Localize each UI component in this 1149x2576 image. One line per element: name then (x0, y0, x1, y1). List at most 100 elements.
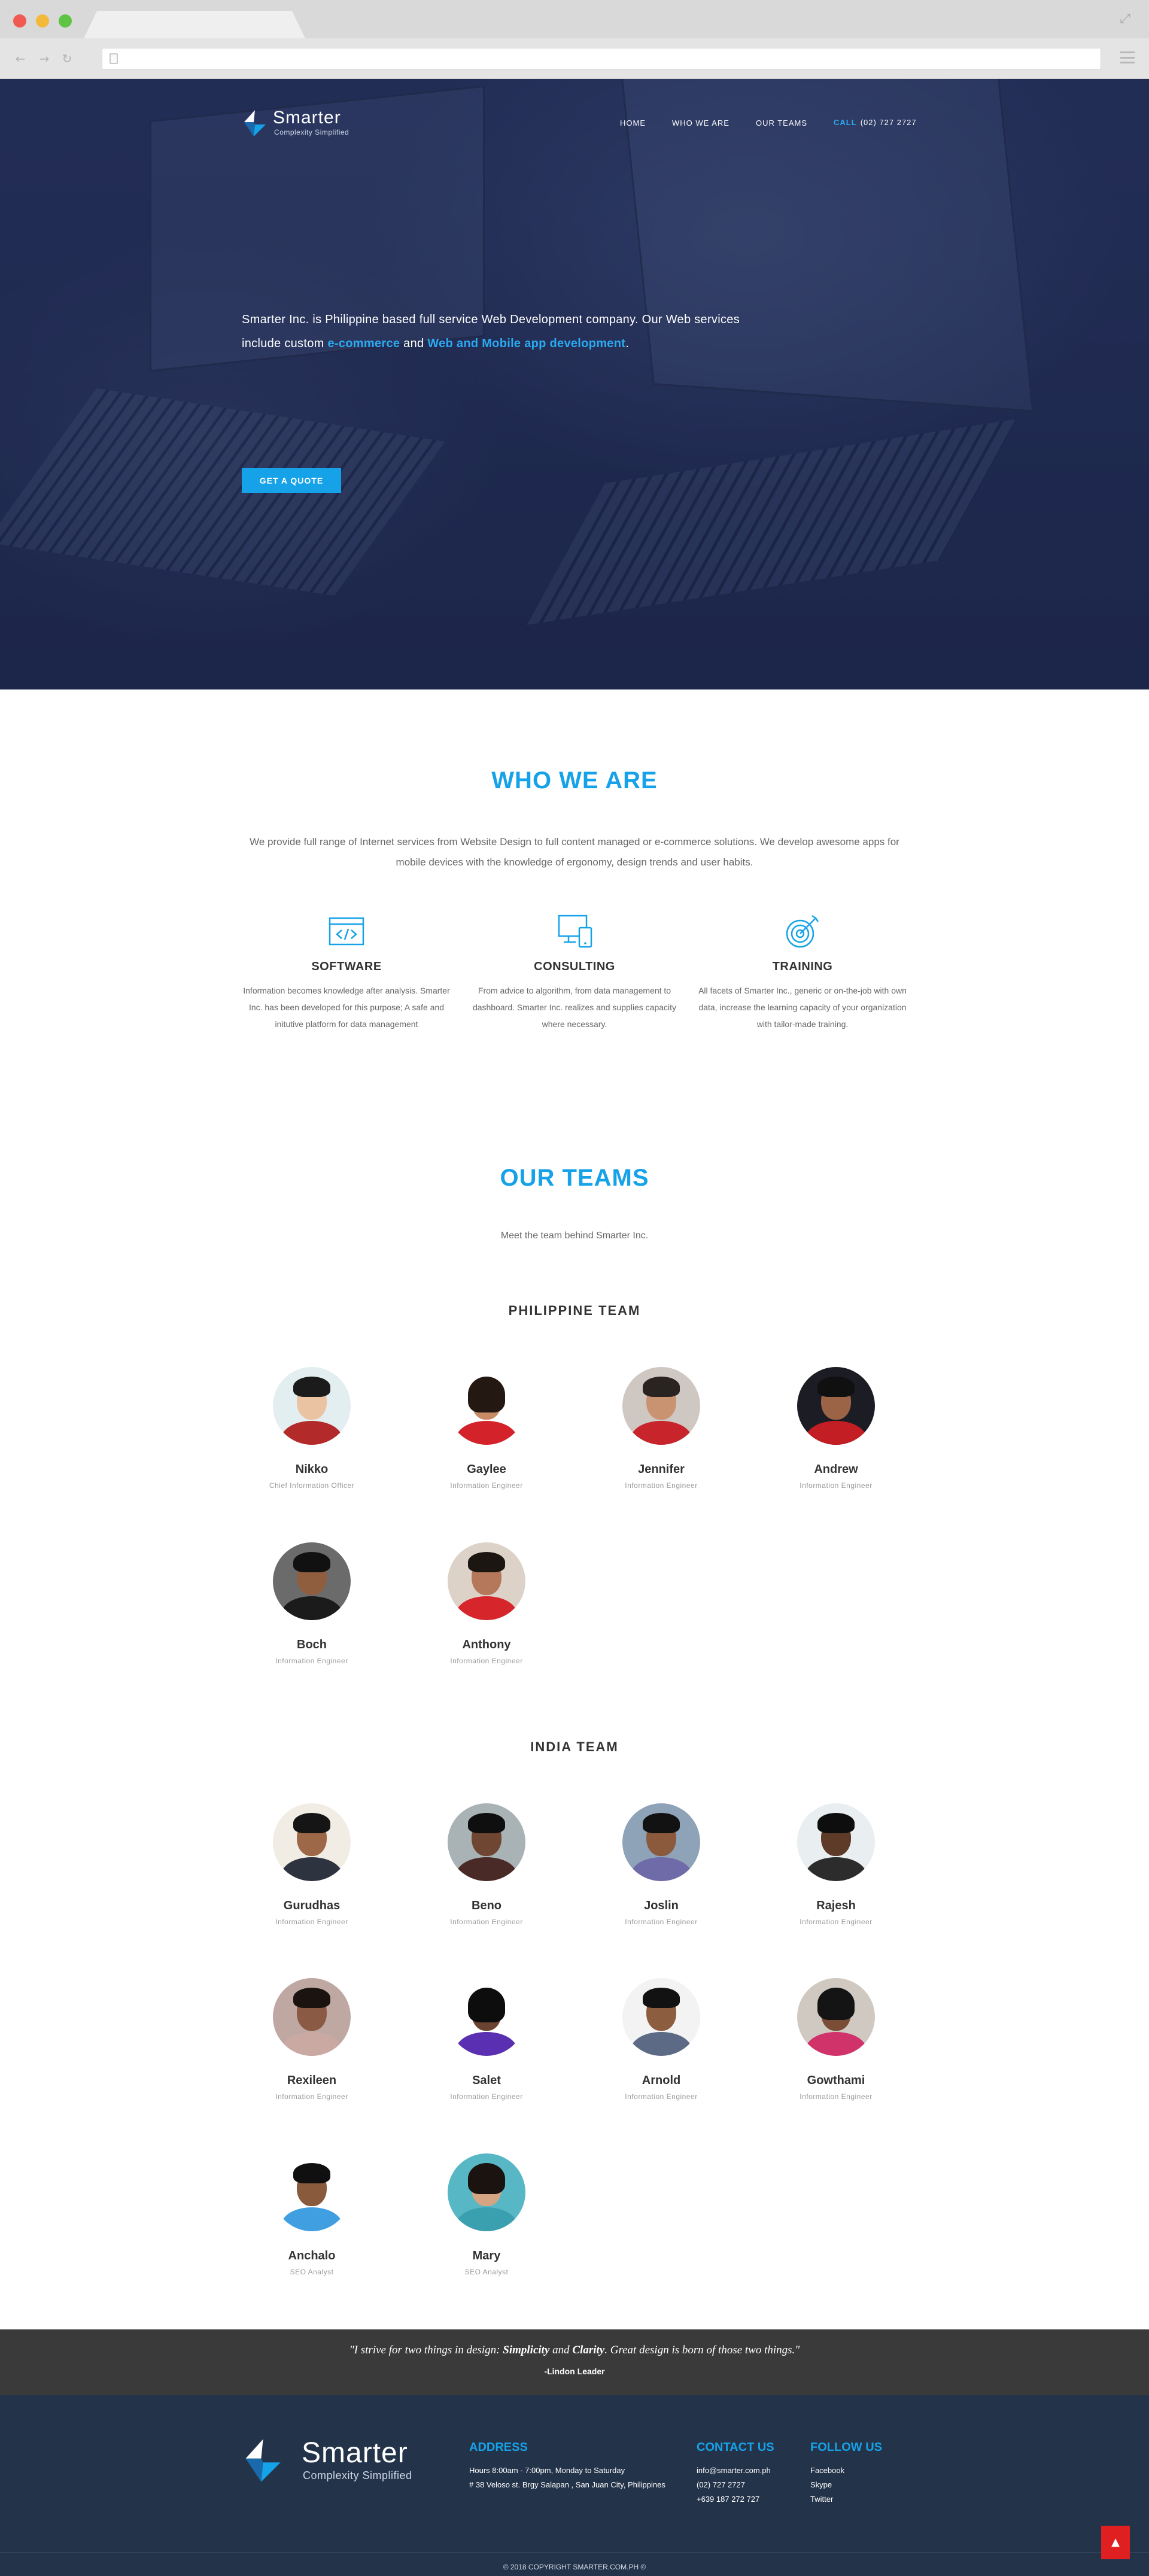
member-role: Information Engineer (450, 2092, 523, 2101)
target-icon (786, 915, 819, 948)
hero-text-and: and (400, 337, 428, 350)
member-role: Information Engineer (625, 1481, 698, 1490)
quote-emphasis-clarity: Clarity (572, 2344, 605, 2356)
service-title: TRAINING (772, 960, 833, 973)
avatar (273, 1803, 351, 1881)
team-member: Gaylee Information Engineer (409, 1367, 564, 1490)
hero-overlay (0, 79, 1149, 689)
member-name: Salet (472, 2074, 501, 2087)
footer-logo[interactable]: Smarter Complexity Simplified (242, 2437, 457, 2485)
hero-text-end: . (625, 337, 630, 350)
hero-section (0, 79, 1149, 689)
team-member: Boch Information Engineer (234, 1542, 390, 1665)
footer-address: ADDRESS Hours 8:00am - 7:00pm, Monday to… (469, 2441, 665, 2489)
service-title: CONSULTING (534, 960, 615, 973)
member-name: Andrew (814, 1463, 858, 1476)
expand-icon[interactable]: ⤢ (1118, 12, 1132, 26)
member-name: Anchalo (288, 2249, 336, 2262)
footer-twitter-link[interactable]: Twitter (810, 2495, 882, 2504)
service-training: TRAINING All facets of Smarter Inc., gen… (695, 912, 910, 1032)
browser-chrome: ⤢ ← → ↻ (0, 0, 1149, 79)
site-footer: Smarter Complexity Simplified ADDRESS Ho… (0, 2395, 1149, 2576)
avatar (448, 1803, 525, 1881)
member-role: Information Engineer (800, 1481, 873, 1490)
menu-icon[interactable] (1120, 51, 1135, 63)
minimize-window-button[interactable] (36, 14, 49, 28)
code-window-icon (329, 917, 364, 946)
logo-tagline: Complexity Simplified (274, 128, 349, 136)
forward-arrow-icon[interactable]: → (37, 51, 51, 66)
footer-address-line: # 38 Veloso st. Brgy Salapan , San Juan … (469, 2480, 665, 2489)
design-quote: "I strive for two things in design: Simp… (349, 2344, 800, 2356)
copyright-text: © 2018 COPYRIGHT SMARTER.COM.PH © (503, 2563, 646, 2571)
member-role: Information Engineer (800, 2092, 873, 2101)
team-member: Salet Information Engineer (409, 1978, 564, 2101)
team-member: Andrew Information Engineer (758, 1367, 914, 1490)
footer-logo-wordmark: Smarter (302, 2437, 408, 2469)
team-member: Rexileen Information Engineer (234, 1978, 390, 2101)
footer-phone: (02) 727 2727 (697, 2480, 745, 2489)
member-role: Information Engineer (275, 1918, 348, 1926)
member-role: Information Engineer (800, 1918, 873, 1926)
team-member: Arnold Information Engineer (583, 1978, 739, 2101)
get-a-quote-button[interactable]: GET A QUOTE (242, 468, 341, 493)
footer-divider (0, 2552, 1149, 2553)
member-role: Information Engineer (625, 1918, 698, 1926)
hero-tagline: Smarter Inc. is Philippine based full se… (242, 308, 750, 356)
maximize-window-button[interactable] (59, 14, 72, 28)
footer-logo-tagline: Complexity Simplified (303, 2469, 412, 2481)
logo-mark-icon (244, 110, 266, 136)
brand-logo[interactable]: Smarter Complexity Simplified (242, 108, 373, 141)
browser-tab[interactable] (84, 11, 305, 38)
logo-mark-icon (245, 2439, 281, 2482)
avatar (273, 1978, 351, 2056)
reload-icon[interactable]: ↻ (60, 51, 74, 66)
member-name: Jennifer (638, 1463, 685, 1476)
nav-who-we-are[interactable]: WHO WE ARE (672, 119, 729, 127)
service-title: SOFTWARE (311, 960, 382, 973)
team-member: Mary SEO Analyst (409, 2153, 564, 2276)
footer-email-link[interactable]: info@smarter.com.ph (697, 2466, 774, 2475)
member-role: Information Engineer (275, 1657, 348, 1665)
team-member: Nikko Chief Information Officer (234, 1367, 390, 1490)
member-name: Gaylee (467, 1463, 506, 1476)
who-we-are-title: WHO WE ARE (491, 767, 658, 794)
hero-highlight-ecommerce: e-commerce (327, 337, 400, 350)
footer-address-title: ADDRESS (469, 2441, 528, 2454)
member-role: SEO Analyst (290, 2268, 334, 2276)
service-description: All facets of Smarter Inc., generic or o… (698, 986, 907, 1029)
quote-emphasis-simplicity: Simplicity (503, 2344, 550, 2356)
member-name: Mary (472, 2249, 501, 2262)
team-member: Joslin Information Engineer (583, 1803, 739, 1926)
nav-call[interactable]: CALL (02) 727 2727 (834, 117, 917, 128)
member-role: Information Engineer (450, 1481, 523, 1490)
philippine-team-title: PHILIPPINE TEAM (508, 1303, 641, 1318)
member-name: Boch (297, 1638, 327, 1651)
avatar (448, 1367, 525, 1445)
member-name: Arnold (642, 2074, 681, 2087)
devices-icon (558, 915, 592, 948)
team-member: Rajesh Information Engineer (758, 1803, 914, 1926)
footer-skype-link[interactable]: Skype (810, 2481, 882, 2489)
member-name: Beno (472, 1899, 501, 1912)
back-to-top-button[interactable]: ▲ (1101, 2526, 1130, 2559)
address-bar[interactable] (102, 48, 1101, 69)
back-arrow-icon[interactable]: ← (13, 51, 28, 66)
team-member: Beno Information Engineer (409, 1803, 564, 1926)
footer-facebook-link[interactable]: Facebook (810, 2466, 882, 2475)
avatar (448, 2153, 525, 2231)
nav-home[interactable]: HOME (620, 119, 646, 127)
footer-follow-title: FOLLOW US (810, 2441, 882, 2454)
hero-highlight-app-development: Web and Mobile app development (427, 337, 626, 350)
service-description: Information becomes knowledge after anal… (243, 986, 450, 1029)
tab-strip: ⤢ (0, 0, 1149, 38)
footer-hours: Hours 8:00am - 7:00pm, Monday to Saturda… (469, 2466, 625, 2475)
member-name: Anthony (462, 1638, 511, 1651)
footer-contact-title: CONTACT US (697, 2441, 774, 2454)
close-window-button[interactable] (13, 14, 26, 28)
footer-mobile: +639 187 272 727 (697, 2495, 760, 2504)
nav-our-teams[interactable]: OUR TEAMS (756, 119, 807, 127)
member-role: Information Engineer (625, 2092, 698, 2101)
quote-banner: "I strive for two things in design: Simp… (0, 2329, 1149, 2395)
page-icon (110, 53, 118, 64)
